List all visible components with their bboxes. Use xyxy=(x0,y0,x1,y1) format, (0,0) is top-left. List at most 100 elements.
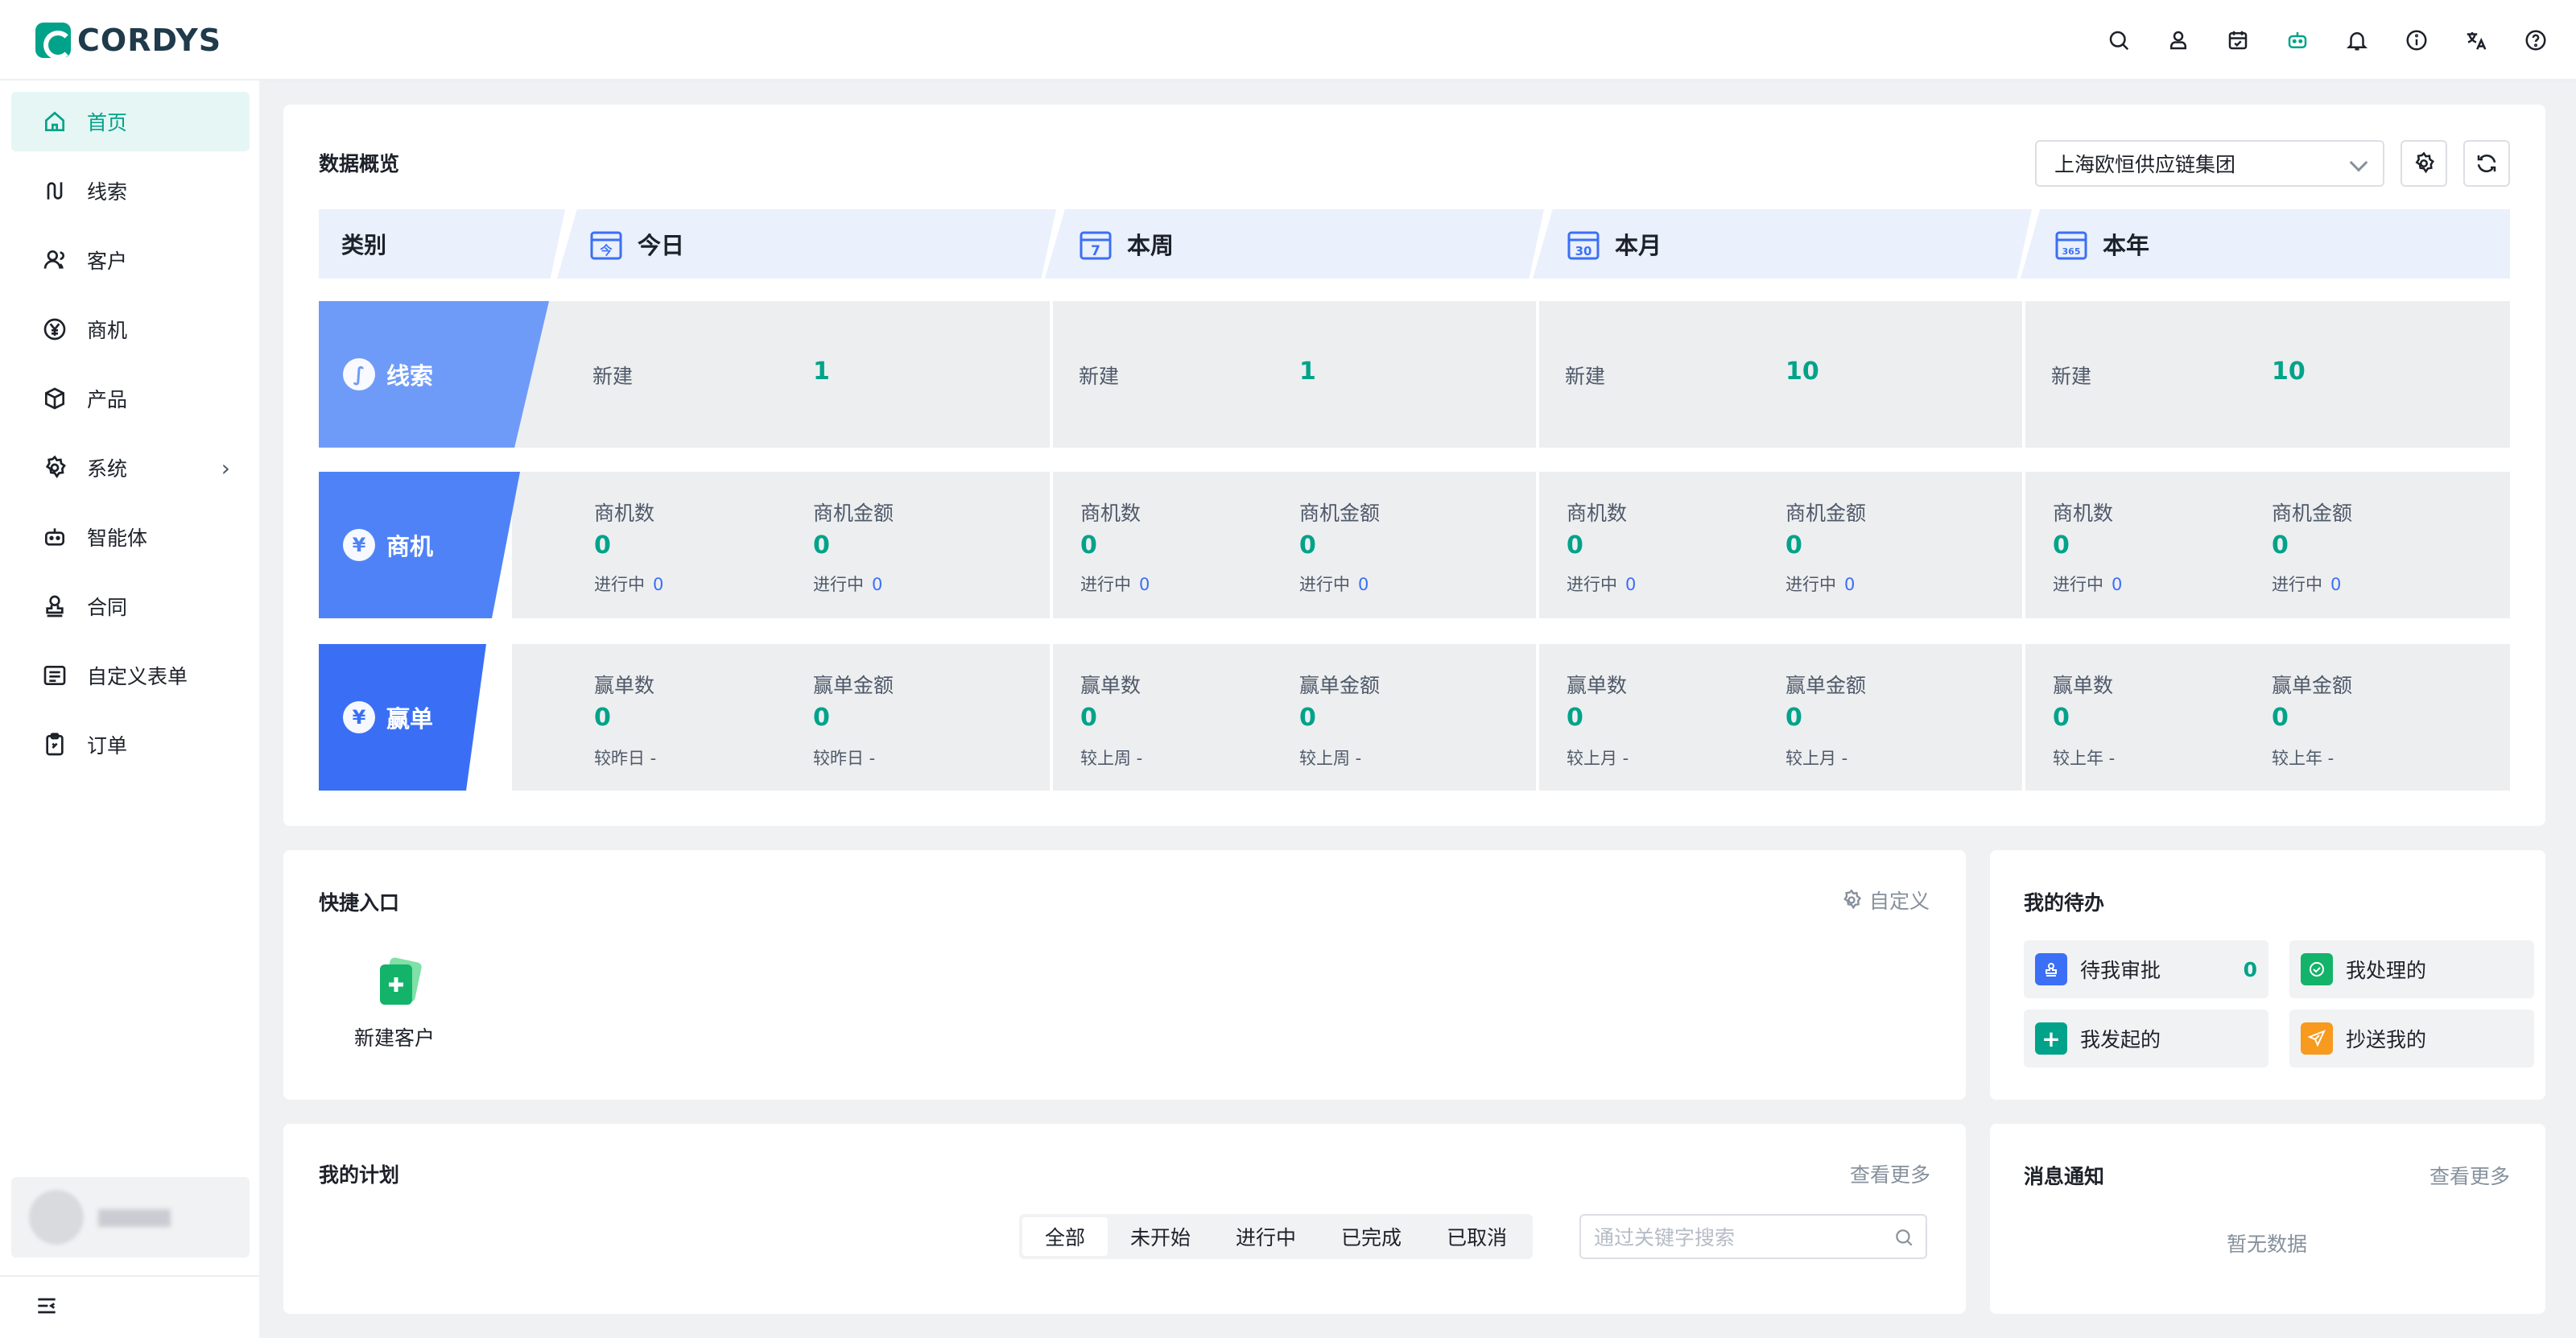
metric-value[interactable]: 0 xyxy=(594,531,611,560)
metric-value[interactable]: 0 xyxy=(1785,531,1802,560)
cell-divider xyxy=(2022,644,2025,791)
todo-handled-by-me[interactable]: 我处理的 xyxy=(2289,940,2534,998)
sidebar-item-clue[interactable]: 线索 xyxy=(11,161,250,221)
metric-value[interactable]: 0 xyxy=(1299,704,1316,732)
translate-icon[interactable] xyxy=(2460,24,2492,56)
sidebar-item-label: 智能体 xyxy=(87,527,148,550)
form-icon xyxy=(43,666,66,685)
todo-cc-to-me[interactable]: 抄送我的 xyxy=(2289,1010,2534,1068)
sidebar-item-product[interactable]: 产品 xyxy=(11,369,250,428)
cell-divider xyxy=(1050,644,1053,791)
todo-label: 抄送我的 xyxy=(2346,1028,2427,1051)
help-icon[interactable] xyxy=(2520,24,2552,56)
notice-card: 消息通知 查看更多 暂无数据 xyxy=(1990,1124,2545,1314)
user-name-blurred xyxy=(98,1209,171,1227)
calendar-icon[interactable] xyxy=(2222,24,2254,56)
metric-label: 商机数 xyxy=(1080,502,1141,525)
tab-in-progress[interactable]: 进行中 xyxy=(1213,1217,1319,1256)
cell-divider xyxy=(1536,301,1539,448)
sidebar-item-agent[interactable]: 智能体 xyxy=(11,507,250,567)
metric-label: 赢单数 xyxy=(1080,674,1141,697)
metric-value[interactable]: 0 xyxy=(2272,531,2289,560)
todo-count: 0 xyxy=(2243,957,2257,981)
metric-value[interactable]: 0 xyxy=(2053,531,2070,560)
robot-icon xyxy=(45,528,64,546)
todo-pending-approval[interactable]: 待我审批 0 xyxy=(2024,940,2268,998)
notice-view-more-link[interactable]: 查看更多 xyxy=(2429,1161,2510,1190)
info-icon[interactable] xyxy=(2401,24,2433,56)
chevron-right-icon: › xyxy=(221,454,230,481)
sidebar-item-label: 自定义表单 xyxy=(87,665,188,688)
todo-label: 我处理的 xyxy=(2346,959,2427,982)
robot-icon[interactable] xyxy=(2281,24,2314,56)
tab-cancelled[interactable]: 已取消 xyxy=(1424,1217,1530,1256)
overview-settings-button[interactable] xyxy=(2401,140,2447,187)
metric-value[interactable]: 0 xyxy=(1080,531,1097,560)
metric-sub: 较昨日 - xyxy=(813,749,876,768)
contract-icon xyxy=(46,595,64,617)
sidebar-item-label: 线索 xyxy=(87,180,128,204)
notice-title: 消息通知 xyxy=(2024,1165,2105,1188)
metric-label: 商机金额 xyxy=(2272,502,2353,525)
todo-title: 我的待办 xyxy=(2024,891,2105,915)
metric-value[interactable]: 0 xyxy=(2053,704,2070,732)
sidebar-item-opportunity[interactable]: 商机 xyxy=(11,299,250,359)
sidebar-item-label: 合同 xyxy=(87,596,128,619)
metric-value[interactable]: 0 xyxy=(2272,704,2289,732)
sidebar-item-custom-form[interactable]: 自定义表单 xyxy=(11,646,250,705)
metric-value[interactable]: 10 xyxy=(2272,357,2306,386)
approval-icon xyxy=(2035,953,2067,985)
quick-entry-title: 快捷入口 xyxy=(319,891,400,915)
top-bar: CORDYS xyxy=(0,0,2576,81)
sidebar-item-system[interactable]: 系统 › xyxy=(11,438,250,498)
tab-all[interactable]: 全部 xyxy=(1022,1217,1108,1256)
metric-value[interactable]: 10 xyxy=(1785,357,1819,386)
user-card[interactable] xyxy=(11,1177,250,1257)
metric-value[interactable]: 1 xyxy=(1299,357,1316,386)
contact-icon[interactable] xyxy=(2162,24,2194,56)
new-customer-label[interactable]: 新建客户 xyxy=(354,1022,435,1051)
metric-value[interactable]: 0 xyxy=(594,704,611,732)
metric-value[interactable]: 0 xyxy=(1080,704,1097,732)
metric-value[interactable]: 0 xyxy=(1567,531,1583,560)
search-icon[interactable] xyxy=(2103,24,2135,56)
collapse-sidebar-icon[interactable] xyxy=(34,1293,60,1319)
metric-label: 新建 xyxy=(1079,365,1120,388)
overview-header: 类别 今 今日 7 本周 30 本月 365 本年 xyxy=(319,209,2510,279)
metric-value[interactable]: 0 xyxy=(1299,531,1316,560)
calendar-year-icon: 365 xyxy=(2055,231,2087,260)
overview-refresh-button[interactable] xyxy=(2463,140,2510,187)
tab-completed[interactable]: 已完成 xyxy=(1319,1217,1424,1256)
metric-value[interactable]: 0 xyxy=(813,704,830,732)
sidebar-item-label: 订单 xyxy=(87,734,128,758)
sidebar-item-label: 系统 xyxy=(87,457,128,481)
row-background xyxy=(512,301,2510,448)
overview-title: 数据概览 xyxy=(319,152,400,176)
metric-value[interactable]: 0 xyxy=(1567,704,1583,732)
chevron-down-icon xyxy=(2349,153,2368,172)
todo-initiated-by-me[interactable]: + 我发起的 xyxy=(2024,1010,2268,1068)
metric-value[interactable]: 0 xyxy=(1785,704,1802,732)
sidebar-item-order[interactable]: 订单 xyxy=(11,715,250,774)
metric-label: 商机数 xyxy=(594,502,655,525)
org-select-value: 上海欧恒供应链集团 xyxy=(2054,153,2236,176)
bell-icon[interactable] xyxy=(2341,24,2373,56)
sidebar-item-contract[interactable]: 合同 xyxy=(11,576,250,636)
plan-view-more-link[interactable]: 查看更多 xyxy=(1850,1159,1930,1188)
period-label: 本年 xyxy=(2103,232,2150,259)
customize-button[interactable]: 自定义 xyxy=(1840,886,1930,915)
todo-label: 待我审批 xyxy=(2080,959,2161,982)
plan-search-input[interactable]: 通过关键字搜索 xyxy=(1579,1214,1927,1259)
org-select[interactable]: 上海欧恒供应链集团 xyxy=(2035,140,2384,187)
avatar xyxy=(29,1190,84,1245)
brand-logo[interactable]: CORDYS xyxy=(35,21,221,60)
metric-label: 赢单金额 xyxy=(813,674,894,697)
metric-label: 商机数 xyxy=(1567,502,1628,525)
tab-not-started[interactable]: 未开始 xyxy=(1108,1217,1213,1256)
sidebar-item-home[interactable]: 首页 xyxy=(11,92,250,151)
new-customer-icon[interactable] xyxy=(374,955,427,1008)
metric-value[interactable]: 1 xyxy=(813,357,830,386)
clue-icon xyxy=(47,182,63,200)
sidebar-item-customer[interactable]: 客户 xyxy=(11,230,250,290)
metric-value[interactable]: 0 xyxy=(813,531,830,560)
